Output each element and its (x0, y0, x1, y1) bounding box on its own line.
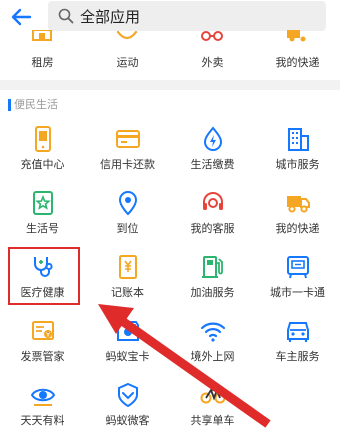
app-label: 境外上网 (190, 350, 235, 363)
app-row-top: 租房 运动 外卖 我的快递 (0, 30, 340, 80)
app-label: 充值中心 (20, 158, 65, 171)
house-icon (32, 30, 52, 41)
app-tile-ledger[interactable]: 记账本 (85, 246, 170, 310)
section-accent-bar (8, 99, 11, 111)
section-divider (0, 80, 340, 90)
app-label: 共享单车 (190, 414, 235, 427)
truck-icon (287, 196, 310, 213)
app-tile-car-owner[interactable]: 车主服务 (255, 310, 340, 374)
app-label: 我的快递 (275, 56, 320, 69)
search-icon (58, 8, 74, 24)
app-tile-city-service[interactable]: 城市服务 (255, 118, 340, 182)
bicycle-icon (200, 389, 226, 404)
location-pin-icon (118, 190, 138, 216)
app-label: 天天有料 (20, 414, 65, 427)
app-tile-life-account[interactable]: 生活号 (0, 182, 85, 246)
app-tile-daily-news[interactable]: 天天有料 (0, 374, 85, 438)
app-label: 车主服务 (275, 350, 320, 363)
building-icon (288, 128, 309, 151)
top-bar: 全部应用 (0, 0, 340, 34)
app-tile-daowei[interactable]: 到位 (85, 182, 170, 246)
app-tile-takeout[interactable]: 外卖 (170, 31, 255, 80)
customer-service-icon (203, 192, 223, 210)
back-arrow-icon[interactable] (8, 4, 34, 30)
gas-station-icon (202, 256, 223, 278)
app-label: 生活缴费 (190, 158, 235, 171)
app-tile-overseas-internet[interactable]: 境外上网 (170, 310, 255, 374)
app-tile-utility[interactable]: 生活缴费 (170, 118, 255, 182)
transit-card-icon (287, 256, 309, 279)
eye-icon (30, 388, 56, 406)
wifi-icon (200, 322, 226, 342)
app-label: 外卖 (201, 56, 224, 69)
heart-shield-icon (118, 382, 138, 408)
app-label: 城市一卡通 (270, 286, 325, 299)
app-label: 生活号 (26, 222, 59, 235)
app-tile-customer-service[interactable]: 我的客服 (170, 182, 255, 246)
search-text: 全部应用 (80, 8, 141, 26)
app-tile-my-delivery[interactable]: 我的快递 (255, 182, 340, 246)
sport-icon (116, 30, 138, 40)
app-label: 到位 (116, 222, 139, 235)
delivery-icon (287, 30, 306, 42)
app-label: 我的客服 (190, 222, 235, 235)
app-label: 运动 (116, 56, 139, 69)
app-label: 信用卡还款 (100, 158, 155, 171)
app-tile-gas-station[interactable]: 加油服务 (170, 246, 255, 310)
app-tile-rent[interactable]: 租房 (0, 30, 85, 80)
app-row: 生活号 到位 我的客服 我的快递 (0, 182, 340, 246)
bolt-icon (203, 126, 223, 151)
takeout-icon (201, 31, 223, 41)
invoice-icon (32, 321, 54, 340)
app-label: 城市服务 (275, 158, 320, 171)
app-tile-city-card[interactable]: 城市一卡通 (255, 246, 340, 310)
app-label: 蚂蚁微客 (105, 414, 150, 427)
app-tile-credit-card[interactable]: 信用卡还款 (85, 118, 170, 182)
credit-card-icon (116, 130, 140, 148)
app-label: 我的快递 (275, 222, 320, 235)
section-title: 便民生活 (14, 98, 58, 111)
app-label: 发票管家 (20, 350, 65, 363)
app-row: 天天有料 蚂蚁微客 共享单车 (0, 374, 340, 438)
phone-icon (35, 126, 51, 152)
star-badge-icon (33, 191, 53, 215)
app-label: 租房 (31, 56, 54, 69)
app-tile-bike-share[interactable]: 共享单车 (170, 374, 255, 438)
app-label: 加油服务 (190, 286, 235, 299)
app-row: 发票管家 蚂蚁宝卡 境外上网 车主服务 (0, 310, 340, 374)
app-tile-sport[interactable]: 运动 (85, 30, 170, 80)
app-label: 蚂蚁宝卡 (105, 350, 150, 363)
highlight-box (8, 247, 80, 305)
ant-card-icon (117, 321, 139, 341)
app-tile-ant-card[interactable]: 蚂蚁宝卡 (85, 310, 170, 374)
app-tile-recharge[interactable]: 充值中心 (0, 118, 85, 182)
section-header: 便民生活 (0, 90, 340, 118)
app-row: 充值中心 信用卡还款 生活缴费 城市服务 (0, 118, 340, 182)
app-tile-invoice[interactable]: 发票管家 (0, 310, 85, 374)
app-label: 记账本 (111, 286, 144, 299)
ledger-icon (119, 255, 137, 279)
app-tile-my-delivery-top[interactable]: 我的快递 (255, 30, 340, 80)
app-tile-ant-weike[interactable]: 蚂蚁微客 (85, 374, 170, 438)
car-icon (287, 322, 309, 342)
search-input[interactable]: 全部应用 (48, 1, 326, 31)
